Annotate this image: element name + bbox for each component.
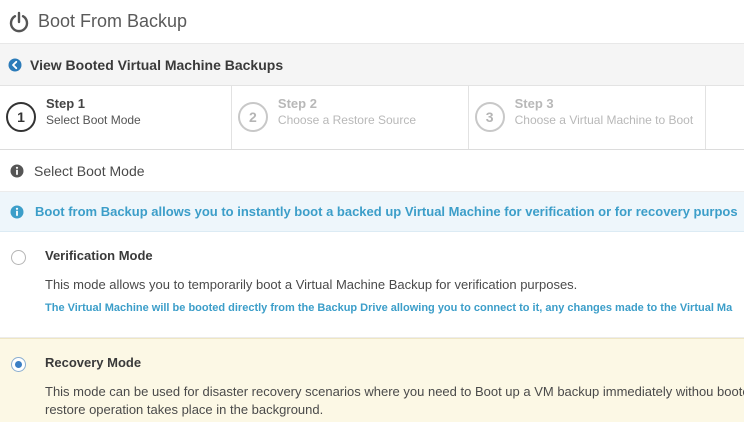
step-description: Choose a Restore Source	[277, 113, 416, 127]
wizard-steps: 1 Step 1 Select Boot Mode 2 Step 2 Choos…	[0, 86, 744, 150]
step-number: 3	[474, 102, 505, 132]
view-booted-backups-label: View Booted Virtual Machine Backups	[30, 56, 284, 73]
option-title: Verification Mode	[45, 248, 153, 263]
verification-mode-radio[interactable]	[11, 250, 26, 265]
option-title: Recovery Mode	[45, 355, 142, 370]
info-icon	[10, 205, 24, 218]
arrow-left-circle-icon	[8, 58, 22, 71]
section-header: Select Boot Mode	[0, 150, 744, 192]
step-number: 2	[237, 102, 268, 132]
recovery-mode-option[interactable]: Recovery Mode This mode can be used for …	[0, 338, 744, 422]
step-3[interactable]: 3 Step 3 Choose a Virtual Machine to Boo…	[469, 86, 706, 149]
step-description: Choose a Virtual Machine to Boot	[514, 113, 694, 127]
radio-selected-dot	[15, 361, 22, 368]
recovery-mode-radio[interactable]	[11, 357, 26, 372]
option-note: The Virtual Machine will be booted direc…	[45, 302, 733, 314]
option-description: This mode allows you to temporarily boot…	[45, 277, 578, 292]
page-title: Boot From Backup	[38, 11, 188, 31]
alert-text: Boot from Backup allows you to instantly…	[35, 204, 738, 219]
step-name: Step 1	[46, 96, 86, 111]
info-alert: Boot from Backup allows you to instantly…	[0, 192, 744, 232]
step-2[interactable]: 2 Step 2 Choose a Restore Source	[232, 86, 469, 149]
info-icon	[10, 164, 24, 177]
power-icon	[9, 11, 29, 32]
step-number: 1	[6, 102, 36, 132]
step-description: Select Boot Mode	[46, 113, 141, 127]
section-title: Select Boot Mode	[34, 162, 145, 179]
view-booted-backups-link[interactable]: View Booted Virtual Machine Backups	[0, 44, 744, 86]
step-4-partial[interactable]	[706, 86, 744, 149]
step-name: Step 2	[277, 96, 317, 111]
page-header: Boot From Backup	[0, 0, 744, 44]
verification-mode-option[interactable]: Verification Mode This mode allows you t…	[0, 232, 744, 338]
step-1[interactable]: 1 Step 1 Select Boot Mode	[0, 86, 232, 149]
option-description: This mode can be used for disaster recov…	[45, 384, 744, 417]
step-name: Step 3	[514, 96, 554, 111]
